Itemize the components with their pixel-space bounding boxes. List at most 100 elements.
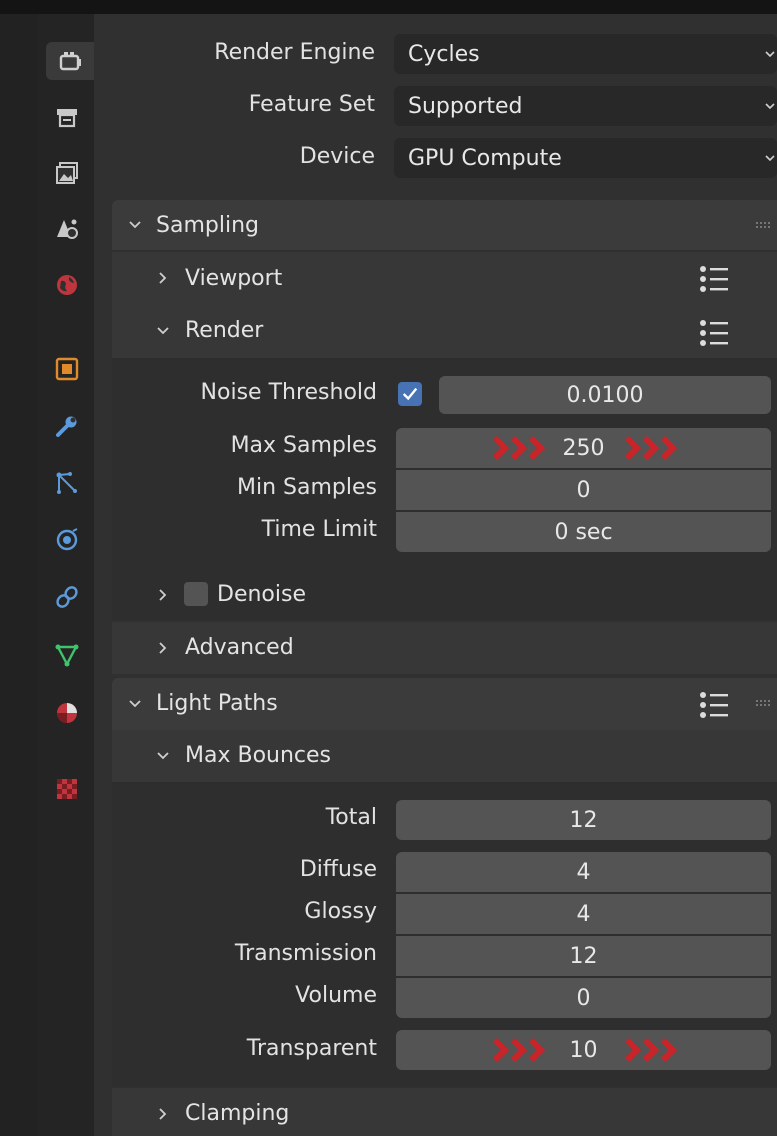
top-bar [0, 0, 777, 14]
light-paths-panel-header[interactable]: Light Paths [112, 678, 777, 730]
light-paths-title: Light Paths [156, 691, 278, 716]
feature-set-label: Feature Set [248, 92, 375, 117]
advanced-title: Advanced [185, 635, 294, 660]
checkmark-icon [402, 387, 418, 401]
diffuse-bounces-field[interactable]: 4 [396, 852, 771, 892]
transparent-bounces-field[interactable]: 10 [396, 1030, 771, 1070]
clamping-subpanel-header[interactable]: Clamping [112, 1088, 777, 1136]
red-arrows-annotation-icon [492, 435, 546, 461]
physics-tab[interactable] [48, 520, 86, 558]
output-tab-icon [57, 109, 77, 128]
volume-label: Volume [295, 983, 377, 1008]
red-arrows-annotation-icon [624, 435, 678, 461]
render-tab-icon [59, 52, 81, 71]
device-dropdown[interactable]: GPU Compute [394, 138, 777, 178]
sampling-panel-header[interactable]: Sampling [112, 200, 777, 250]
drag-grip-icon [756, 700, 770, 706]
drag-grip-icon [756, 222, 770, 228]
object-tab-icon [55, 357, 79, 381]
constraints-tab-icon [56, 586, 78, 608]
properties-tab-strip [38, 14, 94, 1136]
world-tab-icon [57, 275, 77, 295]
transparent-label: Transparent [246, 1036, 377, 1061]
render-properties-panel: Render Engine Cycles Feature Set Support… [94, 14, 777, 1136]
chevron-down-icon [765, 155, 775, 162]
time-limit-field[interactable]: 0 sec [396, 512, 771, 552]
noise-threshold-checkbox[interactable] [398, 382, 422, 406]
presets-list-icon [700, 320, 728, 346]
glossy-bounces-field[interactable]: 4 [396, 894, 771, 934]
device-value: GPU Compute [408, 145, 562, 171]
material-tab[interactable] [48, 694, 86, 732]
constraints-tab[interactable] [48, 578, 86, 616]
modifier-tab[interactable] [48, 408, 86, 446]
render-tab[interactable] [46, 42, 94, 80]
data-tab-icon [55, 644, 79, 667]
max-samples-label: Max Samples [230, 433, 377, 458]
data-tab[interactable] [48, 636, 86, 674]
chevron-down-icon [765, 103, 775, 110]
feature-set-dropdown[interactable]: Supported [394, 86, 777, 126]
chevron-down-icon [129, 700, 141, 708]
modifier-tab-icon [56, 416, 77, 437]
denoise-checkbox[interactable] [184, 582, 208, 606]
total-bounces-field[interactable]: 12 [396, 800, 771, 840]
render-engine-label: Render Engine [214, 40, 375, 65]
viewport-title: Viewport [185, 266, 283, 291]
volume-bounces-value: 0 [576, 985, 591, 1011]
min-samples-field[interactable]: 0 [396, 470, 771, 510]
material-tab-icon [57, 703, 77, 723]
total-bounces-value: 12 [569, 807, 598, 833]
object-tab[interactable] [48, 350, 86, 388]
presets-list-icon [700, 266, 728, 292]
chevron-down-icon [157, 327, 169, 335]
render-engine-dropdown[interactable]: Cycles [394, 34, 777, 74]
red-arrows-annotation-icon [492, 1037, 546, 1063]
particles-tab-icon [56, 472, 77, 494]
time-limit-value: 0 sec [554, 519, 613, 545]
transmission-bounces-value: 12 [569, 943, 598, 969]
glossy-bounces-value: 4 [576, 901, 591, 927]
world-tab[interactable] [48, 266, 86, 304]
chevron-down-icon [765, 51, 775, 58]
particles-tab[interactable] [48, 464, 86, 502]
presets-list-icon [700, 692, 728, 718]
max-samples-value: 250 [562, 435, 605, 461]
noise-threshold-value: 0.0100 [566, 382, 644, 408]
clamping-title: Clamping [185, 1101, 290, 1126]
scene-tab-icon [57, 219, 78, 239]
transparent-bounces-value: 10 [569, 1037, 598, 1063]
texture-tab-icon [57, 779, 77, 799]
render-title: Render [185, 318, 264, 343]
transmission-bounces-field[interactable]: 12 [396, 936, 771, 976]
glossy-label: Glossy [304, 899, 377, 924]
denoise-title: Denoise [217, 582, 306, 607]
transmission-label: Transmission [234, 941, 377, 966]
editor-edge [0, 14, 38, 1136]
max-samples-field[interactable]: 250 [396, 428, 771, 468]
red-arrows-annotation-icon [624, 1037, 678, 1063]
diffuse-label: Diffuse [299, 857, 377, 882]
max-bounces-subpanel-header[interactable]: Max Bounces [112, 730, 777, 782]
viewport-subpanel-header[interactable]: Viewport [112, 252, 777, 304]
view-layer-tab[interactable] [48, 154, 86, 192]
texture-tab[interactable] [48, 770, 86, 808]
scene-tab[interactable] [48, 210, 86, 248]
denoise-subpanel-header[interactable]: Denoise [94, 570, 777, 620]
output-tab[interactable] [48, 98, 86, 136]
noise-threshold-field[interactable]: 0.0100 [439, 376, 771, 414]
feature-set-value: Supported [408, 93, 523, 119]
chevron-right-icon [159, 589, 167, 601]
min-samples-label: Min Samples [237, 475, 377, 500]
volume-bounces-field[interactable]: 0 [396, 978, 771, 1018]
chevron-down-icon [129, 221, 141, 229]
render-subpanel-header[interactable]: Render [112, 304, 777, 358]
chevron-right-icon [159, 272, 167, 284]
device-label: Device [299, 144, 375, 169]
total-label: Total [325, 805, 377, 830]
sampling-title: Sampling [156, 213, 259, 238]
diffuse-bounces-value: 4 [576, 859, 591, 885]
view-layer-tab-icon [56, 162, 78, 184]
advanced-subpanel-header[interactable]: Advanced [112, 622, 777, 674]
chevron-down-icon [157, 752, 169, 760]
